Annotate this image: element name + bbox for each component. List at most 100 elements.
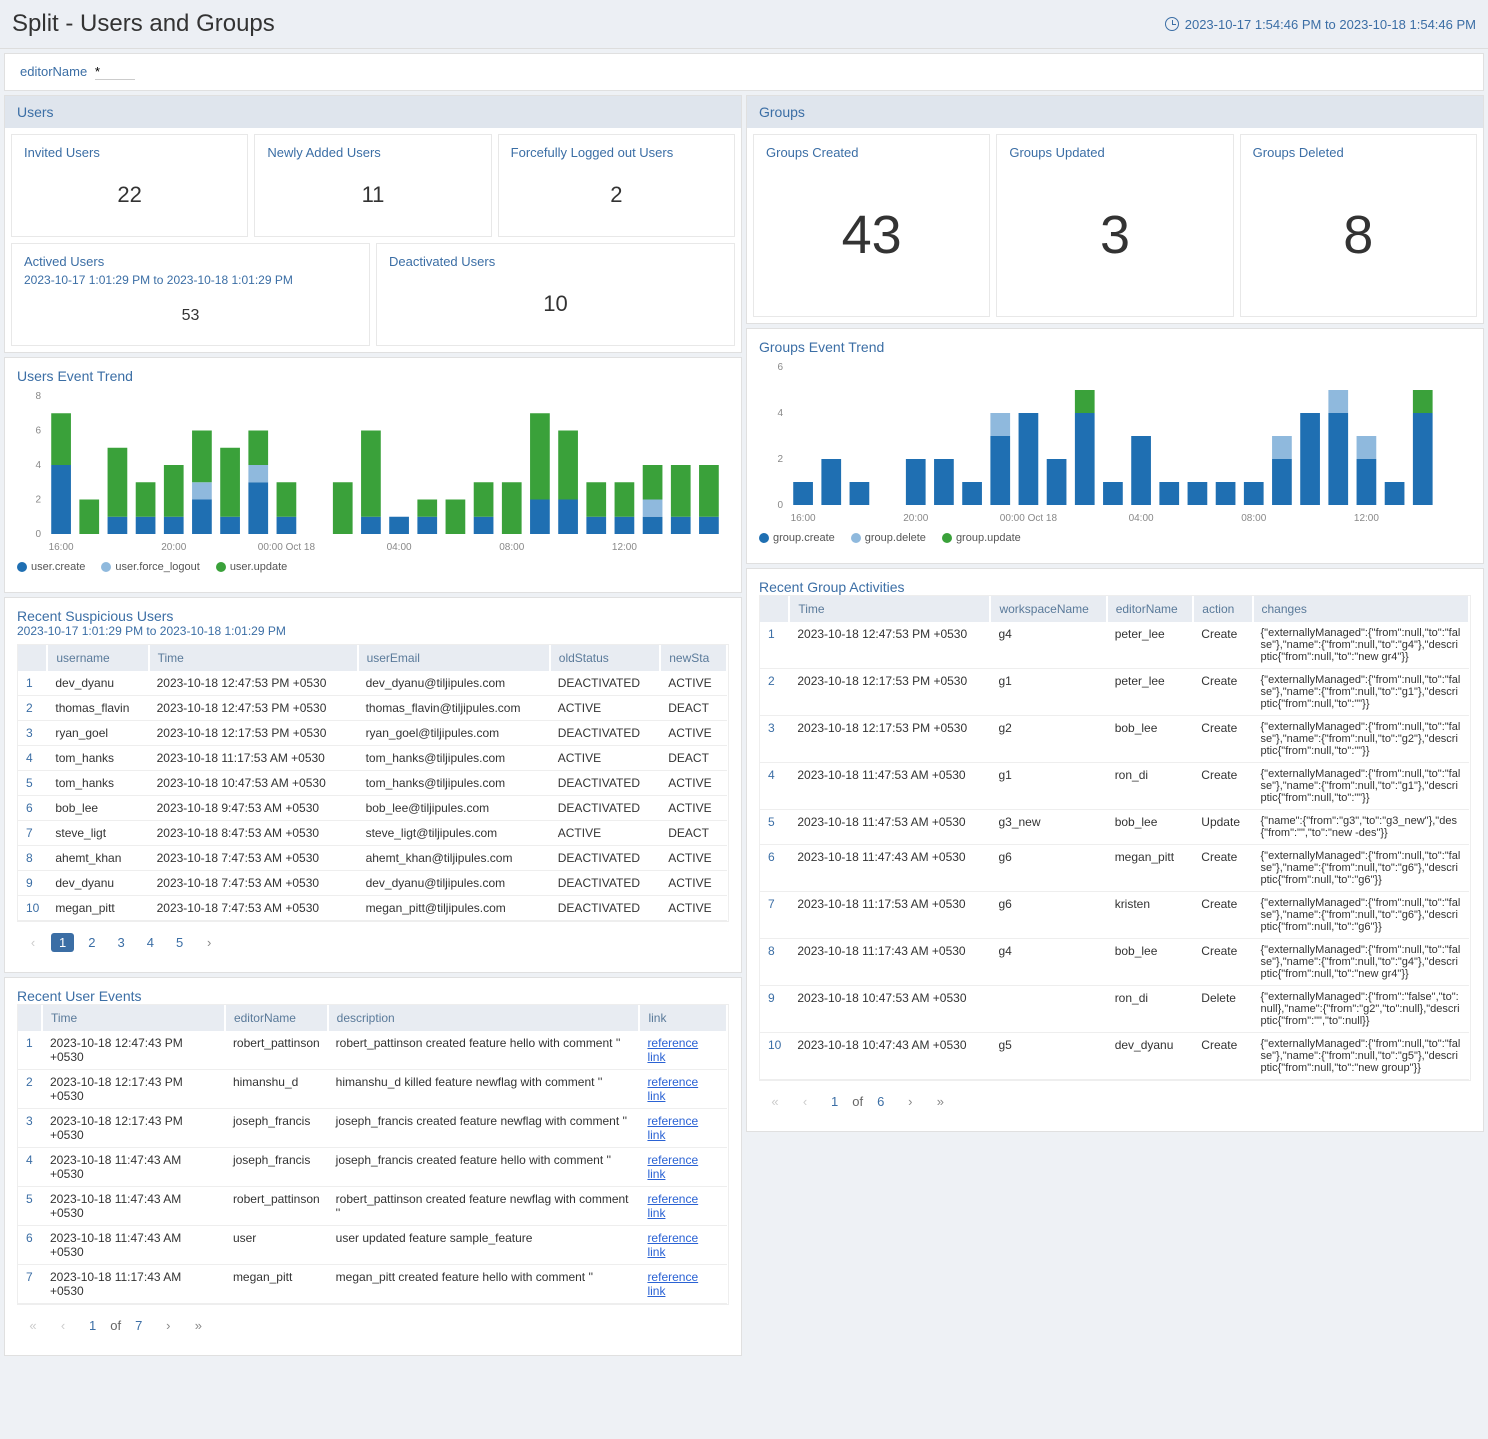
col-header[interactable]: Time [42, 1005, 225, 1031]
stat-invited-users[interactable]: Invited Users 22 [11, 134, 248, 237]
filter-bar: editorName [4, 53, 1484, 91]
pager-page[interactable]: 5 [168, 933, 191, 952]
col-header[interactable]: editorName [1107, 596, 1194, 622]
table-row[interactable]: 12023-10-18 12:47:53 PM +0530g4peter_lee… [760, 622, 1469, 669]
col-header[interactable]: Time [149, 645, 358, 671]
col-header[interactable]: link [639, 1005, 727, 1031]
pager-last[interactable]: » [186, 1313, 210, 1337]
svg-text:12:00: 12:00 [1354, 513, 1379, 523]
table-row[interactable]: 6bob_lee2023-10-18 9:47:53 AM +0530bob_l… [18, 796, 727, 821]
table-row[interactable]: 8ahemt_khan2023-10-18 7:47:53 AM +0530ah… [18, 846, 727, 871]
groups-chart[interactable]: 024616:0020:0000:00 Oct 1804:0008:0012:0… [759, 363, 1471, 553]
legend-item[interactable]: group.delete [851, 532, 926, 544]
legend-item[interactable]: user.create [17, 561, 85, 573]
col-header[interactable]: userEmail [358, 645, 550, 671]
stat-new-users[interactable]: Newly Added Users 11 [254, 134, 491, 237]
stat-groups-updated[interactable]: Groups Updated 3 [996, 134, 1233, 317]
svg-text:2: 2 [777, 454, 783, 465]
svg-text:08:00: 08:00 [499, 542, 524, 552]
pager-of: of [110, 1318, 121, 1333]
pager-page[interactable]: 2 [80, 933, 103, 952]
pager-prev[interactable]: ‹ [51, 1313, 75, 1337]
reference-link[interactable]: reference link [647, 1114, 698, 1142]
pager-last[interactable]: » [928, 1089, 952, 1113]
reference-link[interactable]: reference link [647, 1153, 698, 1181]
col-header[interactable]: Time [789, 596, 990, 622]
col-header[interactable]: oldStatus [550, 645, 660, 671]
groups-chart-title: Groups Event Trend [759, 339, 1471, 355]
table-row[interactable]: 5tom_hanks2023-10-18 10:47:53 AM +0530to… [18, 771, 727, 796]
page-title: Split - Users and Groups [12, 10, 275, 38]
table-row[interactable]: 7steve_ligt2023-10-18 8:47:53 AM +0530st… [18, 821, 727, 846]
legend-item[interactable]: user.update [216, 561, 288, 573]
table-row[interactable]: 92023-10-18 10:47:53 AM +0530ron_diDelet… [760, 986, 1469, 1033]
table-row[interactable]: 1dev_dyanu2023-10-18 12:47:53 PM +0530de… [18, 671, 727, 696]
legend-item[interactable]: user.force_logout [101, 561, 199, 573]
table-row[interactable]: 52023-10-18 11:47:53 AM +0530g3_newbob_l… [760, 810, 1469, 845]
user-events-table: TimeeditorNamedescriptionlink12023-10-18… [18, 1005, 728, 1304]
table-row[interactable]: 62023-10-18 11:47:43 AM +0530g6megan_pit… [760, 845, 1469, 892]
table-row[interactable]: 22023-10-18 12:17:43 PM +0530himanshu_dh… [18, 1070, 727, 1109]
table-row[interactable]: 72023-10-18 11:17:53 AM +0530g6kristenCr… [760, 892, 1469, 939]
user-events-panel: Recent User Events TimeeditorNamedescrip… [4, 977, 742, 1356]
col-header[interactable]: changes [1253, 596, 1470, 622]
table-row[interactable]: 102023-10-18 10:47:43 AM +0530g5dev_dyan… [760, 1033, 1469, 1080]
filter-input[interactable] [95, 64, 135, 80]
reference-link[interactable]: reference link [647, 1075, 698, 1103]
pager-prev[interactable]: ‹ [793, 1089, 817, 1113]
pager-page[interactable]: 3 [109, 933, 132, 952]
pager-first[interactable]: « [763, 1089, 787, 1113]
svg-text:4: 4 [777, 408, 783, 419]
table-row[interactable]: 32023-10-18 12:17:53 PM +0530g2bob_leeCr… [760, 716, 1469, 763]
group-activities-title: Recent Group Activities [759, 579, 1471, 595]
table-row[interactable]: 10megan_pitt2023-10-18 7:47:53 AM +0530m… [18, 896, 727, 921]
suspicious-users-table: usernameTimeuserEmailoldStatusnewSta1dev… [18, 645, 728, 921]
table-row[interactable]: 82023-10-18 11:17:43 AM +0530g4bob_leeCr… [760, 939, 1469, 986]
reference-link[interactable]: reference link [647, 1192, 698, 1220]
table-row[interactable]: 42023-10-18 11:47:43 AM +0530joseph_fran… [18, 1148, 727, 1187]
pager-first[interactable]: « [21, 1313, 45, 1337]
stat-groups-created[interactable]: Groups Created 43 [753, 134, 990, 317]
table-row[interactable]: 42023-10-18 11:47:53 AM +0530g1ron_diCre… [760, 763, 1469, 810]
col-header[interactable]: username [47, 645, 148, 671]
col-header[interactable]: action [1193, 596, 1252, 622]
reference-link[interactable]: reference link [647, 1270, 698, 1298]
table-row[interactable]: 32023-10-18 12:17:43 PM +0530joseph_fran… [18, 1109, 727, 1148]
reference-link[interactable]: reference link [647, 1036, 698, 1064]
col-header[interactable]: workspaceName [990, 596, 1106, 622]
time-range[interactable]: 2023-10-17 1:54:46 PM to 2023-10-18 1:54… [1165, 17, 1476, 32]
users-chart[interactable]: 0246816:0020:0000:00 Oct 1804:0008:0012:… [17, 392, 729, 582]
pager-page[interactable]: 4 [139, 933, 162, 952]
col-header[interactable]: newSta [660, 645, 727, 671]
table-row[interactable]: 62023-10-18 11:47:43 AM +0530useruser up… [18, 1226, 727, 1265]
svg-text:20:00: 20:00 [903, 513, 928, 523]
col-header[interactable]: description [328, 1005, 640, 1031]
table-row[interactable]: 9dev_dyanu2023-10-18 7:47:53 AM +0530dev… [18, 871, 727, 896]
table-row[interactable]: 4tom_hanks2023-10-18 11:17:53 AM +0530to… [18, 746, 727, 771]
table-row[interactable]: 22023-10-18 12:17:53 PM +0530g1peter_lee… [760, 669, 1469, 716]
pager-next[interactable]: › [156, 1313, 180, 1337]
users-chart-title: Users Event Trend [17, 368, 729, 384]
reference-link[interactable]: reference link [647, 1231, 698, 1259]
legend-item[interactable]: group.create [759, 532, 835, 544]
col-header[interactable]: editorName [225, 1005, 328, 1031]
pager-next[interactable]: › [898, 1089, 922, 1113]
stat-logout-users[interactable]: Forcefully Logged out Users 2 [498, 134, 735, 237]
legend-item[interactable]: group.update [942, 532, 1021, 544]
table-row[interactable]: 52023-10-18 11:47:43 AM +0530robert_patt… [18, 1187, 727, 1226]
pager-next[interactable]: › [197, 930, 221, 954]
suspicious-users-panel: Recent Suspicious Users 2023-10-17 1:01:… [4, 597, 742, 973]
table-row[interactable]: 3ryan_goel2023-10-18 12:17:53 PM +0530ry… [18, 721, 727, 746]
stat-deact-users[interactable]: Deactivated Users 10 [376, 243, 735, 346]
suspicious-users-sub: 2023-10-17 1:01:29 PM to 2023-10-18 1:01… [17, 624, 729, 638]
pager-page[interactable]: 1 [51, 933, 74, 952]
stat-active-users[interactable]: Actived Users 2023-10-17 1:01:29 PM to 2… [11, 243, 370, 346]
svg-text:08:00: 08:00 [1241, 513, 1266, 523]
table-row[interactable]: 72023-10-18 11:17:43 AM +0530megan_pittm… [18, 1265, 727, 1304]
groups-panel-title: Groups [747, 96, 1483, 128]
table-row[interactable]: 2thomas_flavin2023-10-18 12:47:53 PM +05… [18, 696, 727, 721]
pager-prev[interactable]: ‹ [21, 930, 45, 954]
table-row[interactable]: 12023-10-18 12:47:43 PM +0530robert_patt… [18, 1031, 727, 1070]
svg-text:16:00: 16:00 [791, 513, 816, 523]
stat-groups-deleted[interactable]: Groups Deleted 8 [1240, 134, 1477, 317]
